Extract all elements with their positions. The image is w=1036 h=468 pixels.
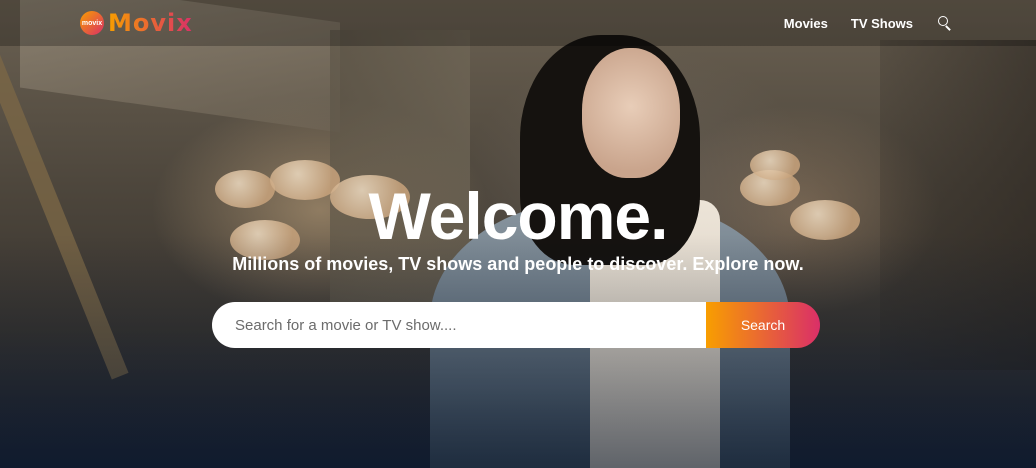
logo-icon: movix: [80, 11, 104, 35]
main-nav: Movies TV Shows: [784, 16, 952, 31]
search-button[interactable]: Search: [706, 302, 820, 348]
hero-subtitle: Millions of movies, TV shows and people …: [232, 254, 804, 274]
nav-movies[interactable]: Movies: [784, 16, 828, 31]
search-input[interactable]: [212, 302, 706, 348]
site-header: movix Movix Movies TV Shows: [0, 0, 1036, 46]
logo[interactable]: movix Movix: [80, 9, 193, 37]
nav-tv-shows[interactable]: TV Shows: [851, 16, 913, 31]
hero-title: Welcome.: [368, 179, 669, 253]
logo-text: Movix: [108, 9, 193, 37]
logo-badge-text: movix: [81, 19, 103, 27]
hero-search-bar: Search: [212, 302, 820, 348]
search-icon[interactable]: [938, 16, 952, 31]
hero-content: Welcome. Millions of movies, TV shows an…: [0, 180, 1036, 275]
